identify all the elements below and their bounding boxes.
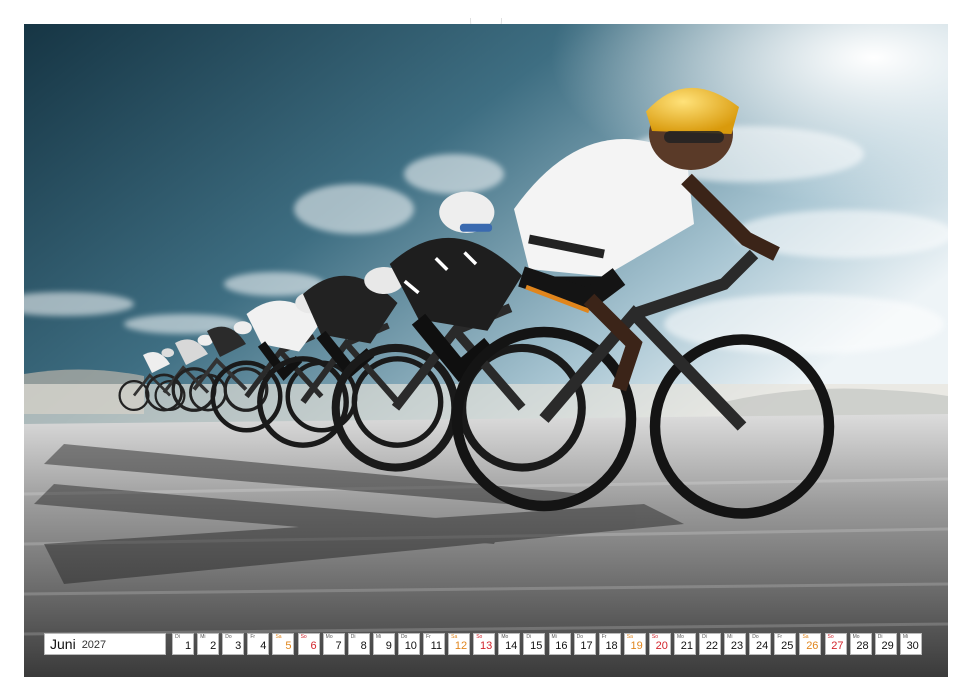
calendar-day: Di 22 bbox=[699, 633, 722, 655]
calendar-day: Do 24 bbox=[749, 633, 772, 655]
calendar-day: Mi 16 bbox=[548, 633, 571, 655]
day-number: 25 bbox=[781, 640, 794, 652]
calendar-day: Mi 23 bbox=[724, 633, 747, 655]
weekday-abbrev: So bbox=[300, 634, 307, 640]
calendar-day: Sa 19 bbox=[623, 633, 646, 655]
calendar-day: Sa 5 bbox=[272, 633, 295, 655]
day-number: 21 bbox=[680, 640, 693, 652]
calendar-day: Mi 2 bbox=[197, 633, 220, 655]
weekday-abbrev: Mi bbox=[375, 634, 382, 640]
weekday-abbrev: Fr bbox=[250, 634, 256, 640]
calendar-day: Fr 11 bbox=[423, 633, 446, 655]
weekday-abbrev: Di bbox=[175, 634, 180, 640]
calendar-day: Fr 18 bbox=[598, 633, 621, 655]
day-number: 10 bbox=[404, 640, 417, 652]
day-number: 4 bbox=[260, 640, 267, 652]
calendar-day: Sa 12 bbox=[448, 633, 471, 655]
day-number: 13 bbox=[479, 640, 493, 652]
weekday-abbrev: Sa bbox=[275, 634, 282, 640]
calendar-day: Di 1 bbox=[172, 633, 195, 655]
year: 2027 bbox=[81, 639, 107, 651]
day-number: 29 bbox=[881, 640, 894, 652]
day-number: 7 bbox=[335, 640, 342, 652]
calendar-day: Mo 14 bbox=[498, 633, 521, 655]
day-number: 26 bbox=[806, 640, 819, 652]
calendar-day: Mo 7 bbox=[322, 633, 345, 655]
day-number: 17 bbox=[580, 640, 593, 652]
calendar-strip: Juni 2027 Di 1 Mi 2 Do 3 Fr 4 Sa 5 So 6 Mo 7 Di 8 Mi 9 Do 1… bbox=[44, 633, 922, 655]
calendar-day: So 13 bbox=[473, 633, 496, 655]
day-number: 15 bbox=[530, 640, 543, 652]
day-number: 6 bbox=[310, 640, 317, 652]
day-number: 16 bbox=[555, 640, 568, 652]
day-number: 19 bbox=[630, 640, 643, 652]
weekday-abbrev: Do bbox=[225, 634, 232, 640]
weekday-abbrev: Mo bbox=[325, 634, 333, 640]
weekday-abbrev: Mi bbox=[200, 634, 206, 640]
day-number: 8 bbox=[360, 640, 367, 652]
day-number: 22 bbox=[705, 640, 719, 652]
calendar-day: Di 15 bbox=[523, 633, 546, 655]
calendar-day: Di 29 bbox=[874, 633, 897, 655]
calendar-day: Mo 21 bbox=[673, 633, 696, 655]
calendar-day: Do 3 bbox=[222, 633, 245, 655]
day-number: 27 bbox=[831, 640, 844, 652]
day-number: 23 bbox=[730, 640, 744, 652]
day-number: 24 bbox=[756, 640, 769, 652]
days-row: Di 1 Mi 2 Do 3 Fr 4 Sa 5 So 6 Mo 7 Di 8 Mi 9 Do 10 Fr 11 Sa 12 S… bbox=[169, 633, 922, 655]
day-number: 9 bbox=[385, 640, 392, 652]
weekday-abbrev: Di bbox=[350, 634, 356, 640]
calendar-day: Mo 28 bbox=[849, 633, 872, 655]
calendar-day: Do 10 bbox=[397, 633, 420, 655]
day-number: 18 bbox=[605, 640, 618, 652]
day-number: 11 bbox=[430, 640, 443, 652]
calendar-day: Fr 4 bbox=[247, 633, 270, 655]
calendar-day: Fr 25 bbox=[774, 633, 797, 655]
calendar-day: So 6 bbox=[297, 633, 320, 655]
day-number: 5 bbox=[285, 640, 292, 652]
cycling-photo bbox=[24, 24, 948, 677]
calendar-day: So 27 bbox=[824, 633, 847, 655]
day-number: 12 bbox=[454, 640, 468, 652]
day-number: 20 bbox=[655, 640, 668, 652]
day-number: 28 bbox=[856, 640, 869, 652]
month-label: Juni 2027 bbox=[44, 633, 166, 655]
day-number: 2 bbox=[210, 640, 217, 652]
month-name: Juni bbox=[50, 636, 76, 652]
calendar-day: So 20 bbox=[648, 633, 671, 655]
calendar-day: Sa 26 bbox=[799, 633, 822, 655]
calendar-day: Mi 30 bbox=[899, 633, 922, 655]
day-number: 30 bbox=[906, 640, 919, 652]
cyclists-illustration bbox=[24, 24, 948, 677]
day-number: 3 bbox=[235, 640, 242, 652]
calendar-day: Mi 9 bbox=[372, 633, 395, 655]
calendar-day: Do 17 bbox=[573, 633, 596, 655]
calendar-day: Di 8 bbox=[347, 633, 370, 655]
day-number: 14 bbox=[505, 640, 518, 652]
day-number: 1 bbox=[184, 640, 192, 652]
